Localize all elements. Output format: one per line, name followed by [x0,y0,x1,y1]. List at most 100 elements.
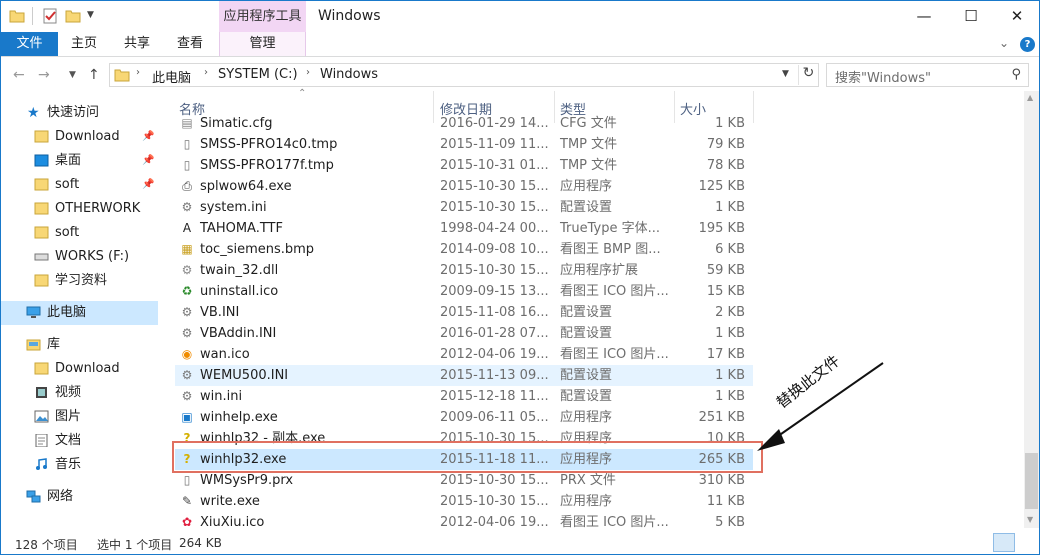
cfg-icon: ▤ [181,116,193,130]
file-date: 2012-04-06 19... [440,347,549,362]
file-row[interactable]: ⚙ VBAddin.INI 2016-01-28 07... 配置设置 1 KB [175,323,753,344]
ini-icon: ⚙ [181,368,193,382]
tab-share[interactable]: 共享 [112,32,162,56]
file-row[interactable]: ⎙ splwow64.exe 2015-10-30 15... 应用程序 125 KB [175,176,753,197]
column-divider[interactable] [753,91,754,123]
address-history-chevron-icon[interactable]: ▼ [782,69,789,79]
new-folder-icon[interactable] [65,8,81,24]
explorer-window: ▼ 应用程序工具 Windows — ☐ ✕ 文件 主页 共享 查看 管理 ⌄ … [0,0,1040,555]
document-icon [35,434,48,447]
ini-icon: ⚙ [181,389,193,403]
ini-icon: ⚙ [181,305,193,319]
search-icon[interactable]: ⚲ [1011,67,1021,82]
file-name: wan.ico [200,347,250,362]
address-bar[interactable]: › 此电脑 › SYSTEM (C:) › Windows ▼ ↻ [109,63,819,87]
scroll-down-arrow-icon[interactable]: ▼ [1027,515,1033,524]
scroll-up-arrow-icon[interactable]: ▲ [1027,93,1033,102]
file-name: SMSS-PFRO177f.tmp [200,158,334,173]
breadcrumb-this-pc[interactable]: 此电脑 [152,67,191,86]
file-name: win.ini [200,389,243,404]
file-row[interactable]: A TAHOMA.TTF 1998-04-24 00... TrueType 字体..… [175,218,753,239]
nav-item-soft[interactable]: soft 📌 [1,173,158,197]
file-row[interactable]: ♻ uninstall.ico 2009-09-15 13... 看图王 ICO 图片… [175,281,753,302]
nav-label: 桌面 [55,153,82,168]
folder-icon[interactable] [9,8,25,24]
file-row[interactable]: ▯ SMSS-PFRO177f.tmp 2015-10-31 01... TMP 文件… [175,155,753,176]
help-icon[interactable]: ? [1020,37,1035,52]
file-name: Simatic.cfg [200,116,273,131]
pin-icon[interactable]: 📌 [142,149,154,173]
minimize-button[interactable]: — [901,1,947,31]
file-row[interactable]: ▯ WMSysPr9.prx 2015-10-30 15... PRX 文件 310 K… [175,470,753,491]
nav-item-download[interactable]: Download 📌 [1,125,158,149]
file-row[interactable]: ▯ SMSS-PFRO14c0.tmp 2015-11-09 11... TMP 文件… [175,134,753,155]
maximize-button[interactable]: ☐ [948,1,994,31]
file-date: 2015-10-31 01... [440,158,549,173]
file-row[interactable]: ✎ write.exe 2015-10-30 15... 应用程序 11 KB [175,491,753,512]
file-date: 2016-01-29 14... [440,116,549,131]
font-icon: A [182,221,192,235]
file-row[interactable]: ⚙ system.ini 2015-10-30 15... 配置设置 1 KB [175,197,753,218]
dll-icon: ⚙ [181,263,193,277]
pin-icon[interactable]: 📌 [142,125,154,149]
file-row[interactable]: ▣ winhelp.exe 2009-06-11 05... 应用程序 251 KB [175,407,753,428]
file-size: 6 KB [715,242,745,257]
nav-item-study[interactable]: 学习资料 [1,269,158,293]
star-icon: ★ [27,105,40,121]
details-view-icon[interactable] [993,533,1015,552]
nav-quick-access[interactable]: ★ 快速访问 [1,101,158,125]
properties-icon[interactable] [42,8,58,24]
nav-library-documents[interactable]: 文档 [1,429,158,453]
nav-item-soft[interactable]: soft [1,221,158,245]
nav-label: 网络 [47,489,74,504]
nav-library-videos[interactable]: 视频 [1,381,158,405]
recycle-icon: ♻ [181,284,193,298]
search-box[interactable]: 搜索"Windows" ⚲ [826,63,1029,87]
nav-library-pictures[interactable]: 图片 [1,405,158,429]
file-row[interactable]: ▤ Simatic.cfg 2016-01-29 14... CFG 文件 1 KB [175,113,753,134]
file-size: 1 KB [715,200,745,215]
nav-library[interactable]: 库 [1,333,158,357]
file-row[interactable]: ◉ wan.ico 2012-04-06 19... 看图王 ICO 图片... 17 … [175,344,753,365]
up-arrow-icon[interactable]: ↑ [88,67,100,83]
file-date: 2015-10-30 15... [440,200,549,215]
search-input[interactable]: 搜索"Windows" [835,67,931,86]
nav-this-pc[interactable]: 此电脑 [1,301,158,325]
video-icon [36,387,47,398]
nav-item-works-drive[interactable]: WORKS (F:) [1,245,158,269]
nav-network[interactable]: 网络 [1,485,158,509]
write-icon: ✎ [181,494,193,508]
refresh-icon[interactable]: ↻ [798,65,818,85]
customize-toolbar-chevron-icon[interactable]: ▼ [87,10,103,26]
file-row[interactable]: ▦ toc_siemens.bmp 2014-09-08 10... 看图王 BMP … [175,239,753,260]
recent-locations-chevron-icon[interactable]: ▼ [69,70,76,80]
file-row[interactable]: ✿ XiuXiu.ico 2012-04-06 19... 看图王 ICO 图片...… [175,512,753,533]
file-date: 2015-10-30 15... [440,494,549,509]
tab-home[interactable]: 主页 [59,32,109,56]
nav-library-download[interactable]: Download [1,357,158,381]
breadcrumb-separator-icon[interactable]: › [204,67,208,78]
breadcrumb-separator-icon[interactable]: › [136,67,140,78]
expand-ribbon-chevron-icon[interactable]: ⌄ [999,36,1009,50]
scrollbar-thumb[interactable] [1025,453,1038,509]
breadcrumb-windows[interactable]: Windows [320,67,378,82]
close-button[interactable]: ✕ [994,1,1039,31]
tab-file[interactable]: 文件 [1,32,58,56]
file-row[interactable]: ⚙ VB.INI 2015-11-08 16... 配置设置 2 KB [175,302,753,323]
vertical-scrollbar[interactable]: ▲ ▼ [1024,91,1039,528]
tab-manage[interactable]: 管理 [219,32,306,56]
pin-icon[interactable]: 📌 [142,173,154,197]
tab-view[interactable]: 查看 [165,32,215,56]
window-title: Windows [318,8,381,24]
breadcrumb-system-drive[interactable]: SYSTEM (C:) [218,67,298,82]
file-row[interactable]: ⚙ WEMU500.INI 2015-11-13 09... 配置设置 1 KB [175,365,753,386]
forward-arrow-icon[interactable]: → [38,67,50,83]
back-arrow-icon[interactable]: ← [13,67,25,83]
nav-item-desktop[interactable]: 桌面 📌 [1,149,158,173]
file-row[interactable]: ⚙ win.ini 2015-12-18 11... 配置设置 1 KB [175,386,753,407]
nav-item-otherwork[interactable]: OTHERWORK [1,197,158,221]
breadcrumb-separator-icon[interactable]: › [306,67,310,78]
nav-library-music[interactable]: 音乐 [1,453,158,477]
file-row[interactable]: ⚙ twain_32.dll 2015-10-30 15... 应用程序扩展 59 KB [175,260,753,281]
large-icons-view-icon[interactable] [1017,533,1037,552]
